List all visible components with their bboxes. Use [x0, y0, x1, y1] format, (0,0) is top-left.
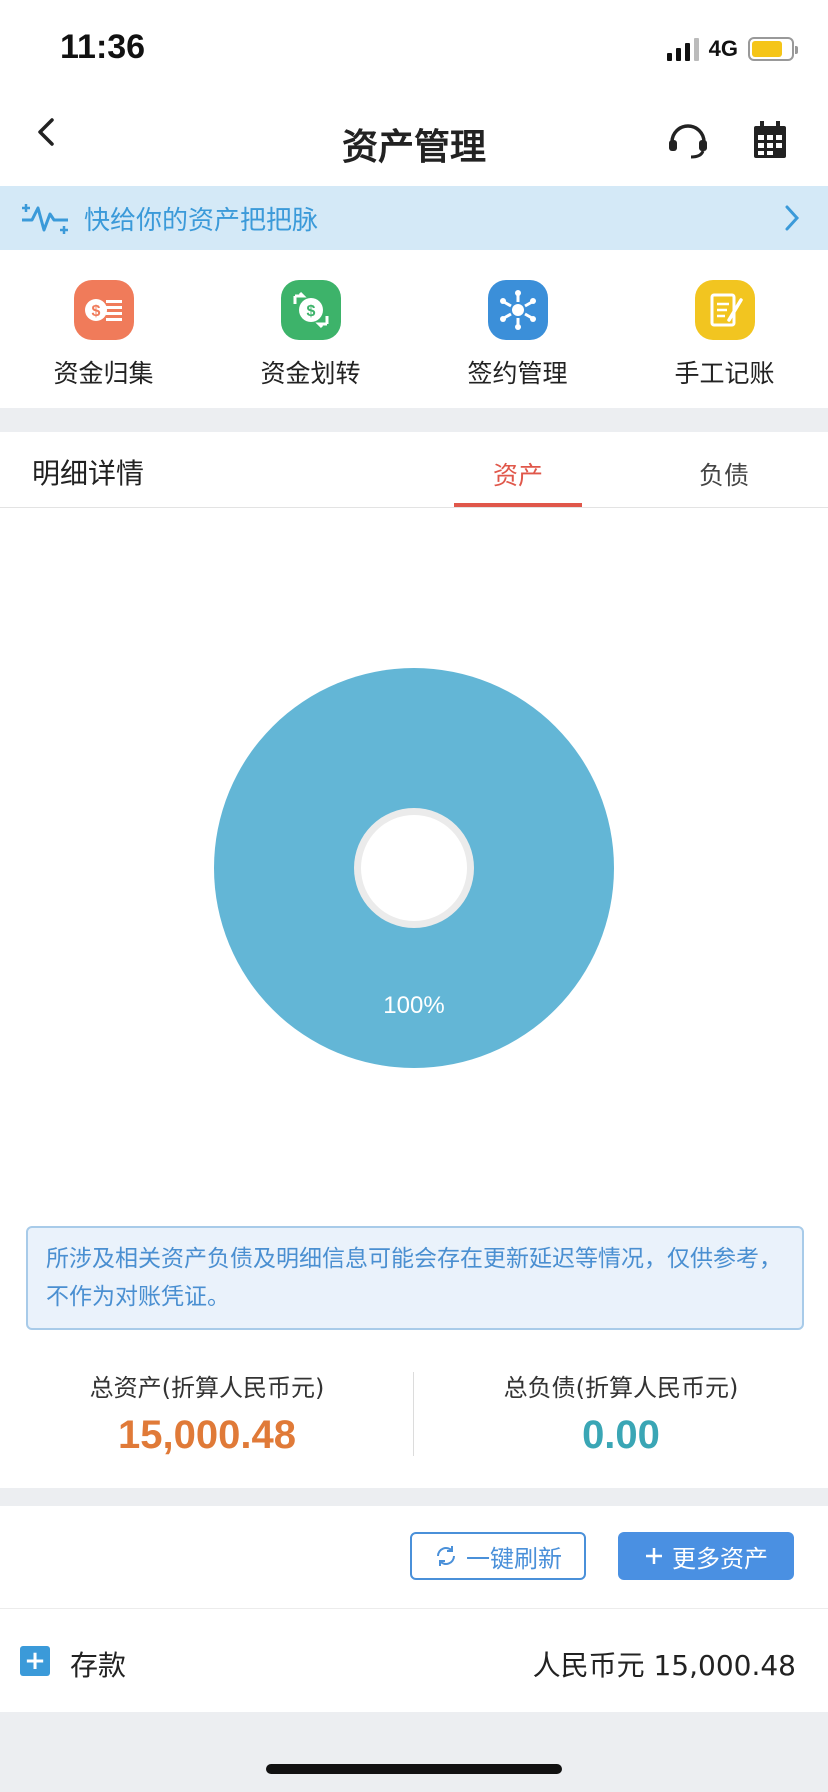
total-assets: 总资产(折算人民币元) 15,000.48	[0, 1368, 414, 1458]
banner-text: 快给你的资产把把脉	[84, 205, 319, 236]
refresh-all-label: 一键刷新	[466, 1544, 562, 1573]
plus-icon	[646, 1548, 662, 1564]
refresh-icon	[437, 1546, 455, 1566]
donut-hole	[361, 815, 467, 921]
data-delay-notice: 所涉及相关资产负债及明细信息可能会存在更新延迟等情况，仅供参考，不作为对账凭证。	[26, 1226, 804, 1330]
more-assets-button[interactable]: 更多资产	[618, 1532, 794, 1580]
calendar-icon[interactable]	[748, 118, 792, 162]
svg-text:$: $	[306, 303, 315, 320]
asset-checkup-banner[interactable]: 快给你的资产把把脉	[0, 186, 828, 250]
pie-slice-label: 100%	[383, 992, 444, 1019]
expand-plus-icon[interactable]: +	[20, 1646, 50, 1676]
network-type: 4G	[708, 36, 738, 61]
money-transfer-icon: $	[280, 280, 341, 340]
signal-icon	[666, 37, 699, 61]
shortcut-label: 资金归集	[53, 359, 154, 388]
contract-gear-icon	[487, 280, 548, 340]
status-indicators: 4G	[666, 36, 798, 62]
cash-collect-icon: $	[73, 280, 134, 340]
asset-distribution-chart: 100%	[214, 668, 614, 1068]
total-liabilities: 总负债(折算人民币元) 0.00	[414, 1368, 828, 1458]
shortcut-label: 手工记账	[674, 359, 775, 388]
shortcut-manual-bookkeeping[interactable]: 手工记账	[621, 250, 828, 408]
shortcut-label: 签约管理	[467, 359, 568, 388]
shortcut-contract-management[interactable]: 签约管理	[414, 250, 621, 408]
total-assets-value: 15,000.48	[118, 1413, 296, 1457]
row-divider	[0, 1608, 828, 1609]
shortcut-fund-transfer[interactable]: $ 资金划转	[207, 250, 414, 408]
home-indicator	[266, 1764, 562, 1774]
shortcut-label: 资金划转	[260, 359, 361, 388]
customer-service-headset-icon[interactable]	[664, 116, 712, 164]
total-liabilities-label: 总负债(折算人民币元)	[503, 1374, 739, 1402]
more-assets-label: 更多资产	[672, 1544, 768, 1573]
status-time: 11:36	[60, 28, 146, 66]
manual-ledger-icon	[694, 280, 755, 340]
tab-liabilities[interactable]: 负债	[660, 456, 788, 492]
details-title: 明细详情	[32, 457, 145, 490]
total-assets-label: 总资产(折算人民币元)	[89, 1374, 325, 1402]
shortcut-fund-collection[interactable]: $ 资金归集	[0, 250, 207, 408]
active-tab-indicator	[454, 503, 582, 507]
deposit-label[interactable]: 存款	[70, 1644, 126, 1684]
total-liabilities-value: 0.00	[582, 1413, 660, 1457]
chevron-right-icon	[785, 205, 800, 231]
section-divider	[0, 408, 828, 432]
section-divider	[0, 1488, 828, 1506]
pulse-icon	[22, 204, 68, 234]
refresh-all-button[interactable]: 一键刷新	[410, 1532, 586, 1580]
shortcut-grid: $ 资金归集 $ 资金划转 签约管理 手工记账	[0, 250, 828, 408]
battery-icon	[748, 37, 798, 61]
svg-text:$: $	[91, 303, 100, 320]
bottom-background	[0, 1712, 828, 1792]
deposit-amount: 人民币元 15,000.48	[532, 1649, 796, 1682]
tab-assets[interactable]: 资产	[454, 456, 582, 492]
